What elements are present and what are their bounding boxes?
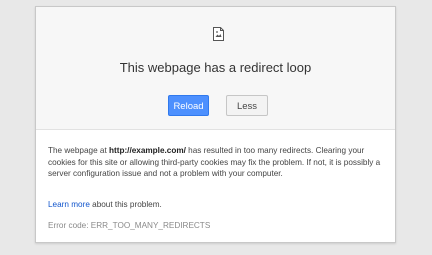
page-title: This webpage has a redirect loop	[119, 60, 312, 75]
error-details: The webpage at http://example.com/ has r…	[48, 145, 388, 180]
error-url: http://example.com/	[109, 146, 186, 155]
details-prefix: The webpage at	[48, 146, 109, 155]
error-description: The webpage at http://example.com/ has r…	[48, 145, 388, 180]
less-button[interactable]: Less	[226, 95, 268, 116]
error-code: Error code: ERR_TOO_MANY_REDIRECTS	[48, 221, 211, 230]
error-header-section: This webpage has a redirect loop Reload …	[36, 7, 395, 130]
error-card: This webpage has a redirect loop Reload …	[35, 6, 396, 243]
learn-more-line: Learn more about this problem.	[48, 200, 162, 209]
reload-button[interactable]: Reload	[168, 95, 209, 116]
learn-more-rest: about this problem.	[89, 200, 162, 209]
broken-page-icon	[213, 27, 224, 41]
learn-more-link[interactable]: Learn more	[48, 200, 90, 209]
